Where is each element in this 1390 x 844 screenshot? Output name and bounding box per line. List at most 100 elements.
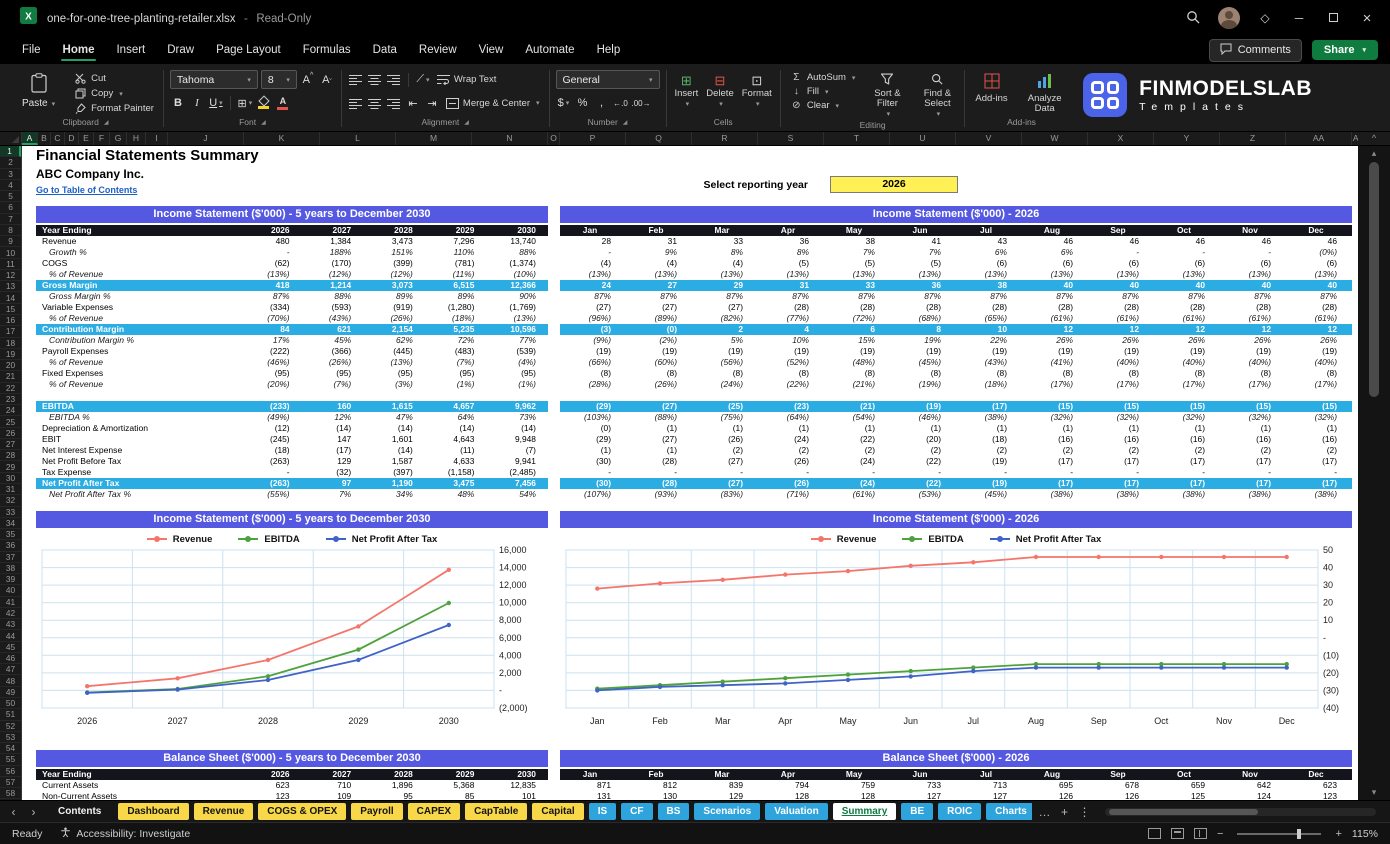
cell[interactable]: (28) [890,302,956,313]
row-header-48[interactable]: 48 [0,675,21,687]
row-header-11[interactable]: 11 [0,259,21,270]
table-header-cell[interactable]: 2026 [240,225,302,236]
cell[interactable]: (53%) [890,489,956,500]
align-bottom-icon[interactable] [386,71,402,89]
cell[interactable]: (17%) [1286,379,1352,390]
cell[interactable]: 151% [363,247,425,258]
column-header-d[interactable]: D [65,132,79,145]
cell[interactable]: 36 [758,236,824,247]
cell[interactable]: (19) [956,478,1022,489]
cell[interactable]: 124 [1220,791,1286,800]
cell[interactable]: (77%) [758,313,824,324]
percent-format-button[interactable]: % [575,94,591,112]
row-header-29[interactable]: 29 [0,461,21,473]
table-header-cell[interactable]: Oct [1154,769,1220,780]
cell[interactable]: 43 [956,236,1022,247]
spreadsheet-canvas[interactable]: Financial Statements Summary ABC Company… [22,146,1358,800]
row-header-42[interactable]: 42 [0,608,21,620]
cell[interactable]: 97 [302,478,364,489]
row-header-10[interactable]: 10 [0,247,21,259]
cell[interactable]: (40%) [1286,357,1352,368]
cell[interactable]: 7,456 [486,478,548,489]
cell[interactable]: 46 [1286,236,1352,247]
cell[interactable]: 6% [956,247,1022,258]
cell[interactable]: 9,962 [486,401,548,412]
cell[interactable]: (6) [1220,258,1286,269]
cell[interactable]: (23) [758,401,824,412]
cell[interactable]: 40 [1154,280,1220,291]
table-header-cell[interactable]: Sep [1088,769,1154,780]
cell[interactable]: 126 [1088,791,1154,800]
cell[interactable]: (17) [1220,456,1286,467]
cell[interactable]: 123 [1286,791,1352,800]
table-header-cell[interactable]: Nov [1220,225,1286,236]
cell[interactable]: 41 [890,236,956,247]
row-label[interactable]: Contribution Margin % [36,335,240,346]
column-header-r[interactable]: R [692,132,758,145]
cell[interactable]: 90% [486,291,548,302]
cell[interactable]: (61%) [1286,313,1352,324]
cell[interactable]: 28 [560,236,626,247]
table-header-cell[interactable]: 2029 [425,225,487,236]
cell[interactable]: (52%) [758,357,824,368]
cell[interactable]: 26% [1154,335,1220,346]
cell[interactable]: (2) [956,445,1022,456]
cell[interactable]: (38%) [1022,489,1088,500]
cell[interactable]: (8) [1220,368,1286,379]
cell[interactable]: (95) [425,368,487,379]
chart-canvas[interactable]: (2,000) - 2,000 4,000 6,000 8,000 10,000 12,000… [36,545,548,732]
cell[interactable]: (6) [1154,258,1220,269]
cell[interactable]: (3) [560,324,626,335]
cell[interactable]: (17%) [1220,379,1286,390]
cell[interactable]: 759 [824,780,890,791]
row-label[interactable]: Non-Current Assets [36,791,240,800]
cell[interactable]: 64% [425,412,487,423]
cell[interactable]: (32%) [1022,412,1088,423]
cell[interactable]: (70%) [240,313,302,324]
cell[interactable]: (13%) [626,269,692,280]
cell[interactable]: 9% [626,247,692,258]
cell[interactable]: (539) [486,346,548,357]
table-header-cell[interactable]: Feb [626,769,692,780]
page-layout-view-icon[interactable] [1171,828,1185,839]
cell[interactable]: (27) [626,302,692,313]
cell[interactable]: (781) [425,258,487,269]
cell[interactable]: (18) [240,445,302,456]
cell[interactable]: (593) [302,302,364,313]
cell[interactable]: 695 [1022,780,1088,791]
cell[interactable]: (54%) [824,412,890,423]
cell[interactable]: 160 [302,401,364,412]
cell[interactable]: (56%) [692,357,758,368]
cell[interactable]: (22%) [758,379,824,390]
cell[interactable]: (1%) [425,379,487,390]
delete-cells-button[interactable]: ⊟ Delete ▾ [706,74,733,108]
table-header-cell[interactable]: 2026 [240,769,302,780]
cell[interactable]: 40 [1088,280,1154,291]
cell[interactable]: 713 [956,780,1022,791]
row-label[interactable]: % of Revenue [36,269,240,280]
cell[interactable]: 4,643 [425,434,487,445]
align-middle-icon[interactable] [367,71,383,89]
row-header-25[interactable]: 25 [0,416,21,428]
cell[interactable]: 46 [1088,236,1154,247]
cell[interactable]: (11%) [425,269,487,280]
cell[interactable]: (6) [956,258,1022,269]
cell[interactable]: (366) [302,346,364,357]
zoom-slider-thumb[interactable] [1297,828,1302,839]
row-header-35[interactable]: 35 [0,529,21,541]
table-header-cell[interactable]: Dec [1286,769,1352,780]
cell[interactable]: 12 [1220,324,1286,335]
table-header-cell[interactable]: 2030 [486,225,548,236]
cell[interactable]: (61%) [1220,313,1286,324]
cell[interactable]: 480 [240,236,302,247]
cell[interactable]: (22) [890,456,956,467]
cell[interactable]: - [240,467,302,478]
cell[interactable]: (19) [1286,346,1352,357]
row-header-32[interactable]: 32 [0,495,21,507]
cell[interactable]: (24) [824,456,890,467]
cell[interactable]: 27 [626,280,692,291]
cell[interactable]: 38 [824,236,890,247]
cell[interactable]: (17) [1220,478,1286,489]
row-header-36[interactable]: 36 [0,540,21,552]
zoom-slider[interactable] [1237,828,1322,839]
